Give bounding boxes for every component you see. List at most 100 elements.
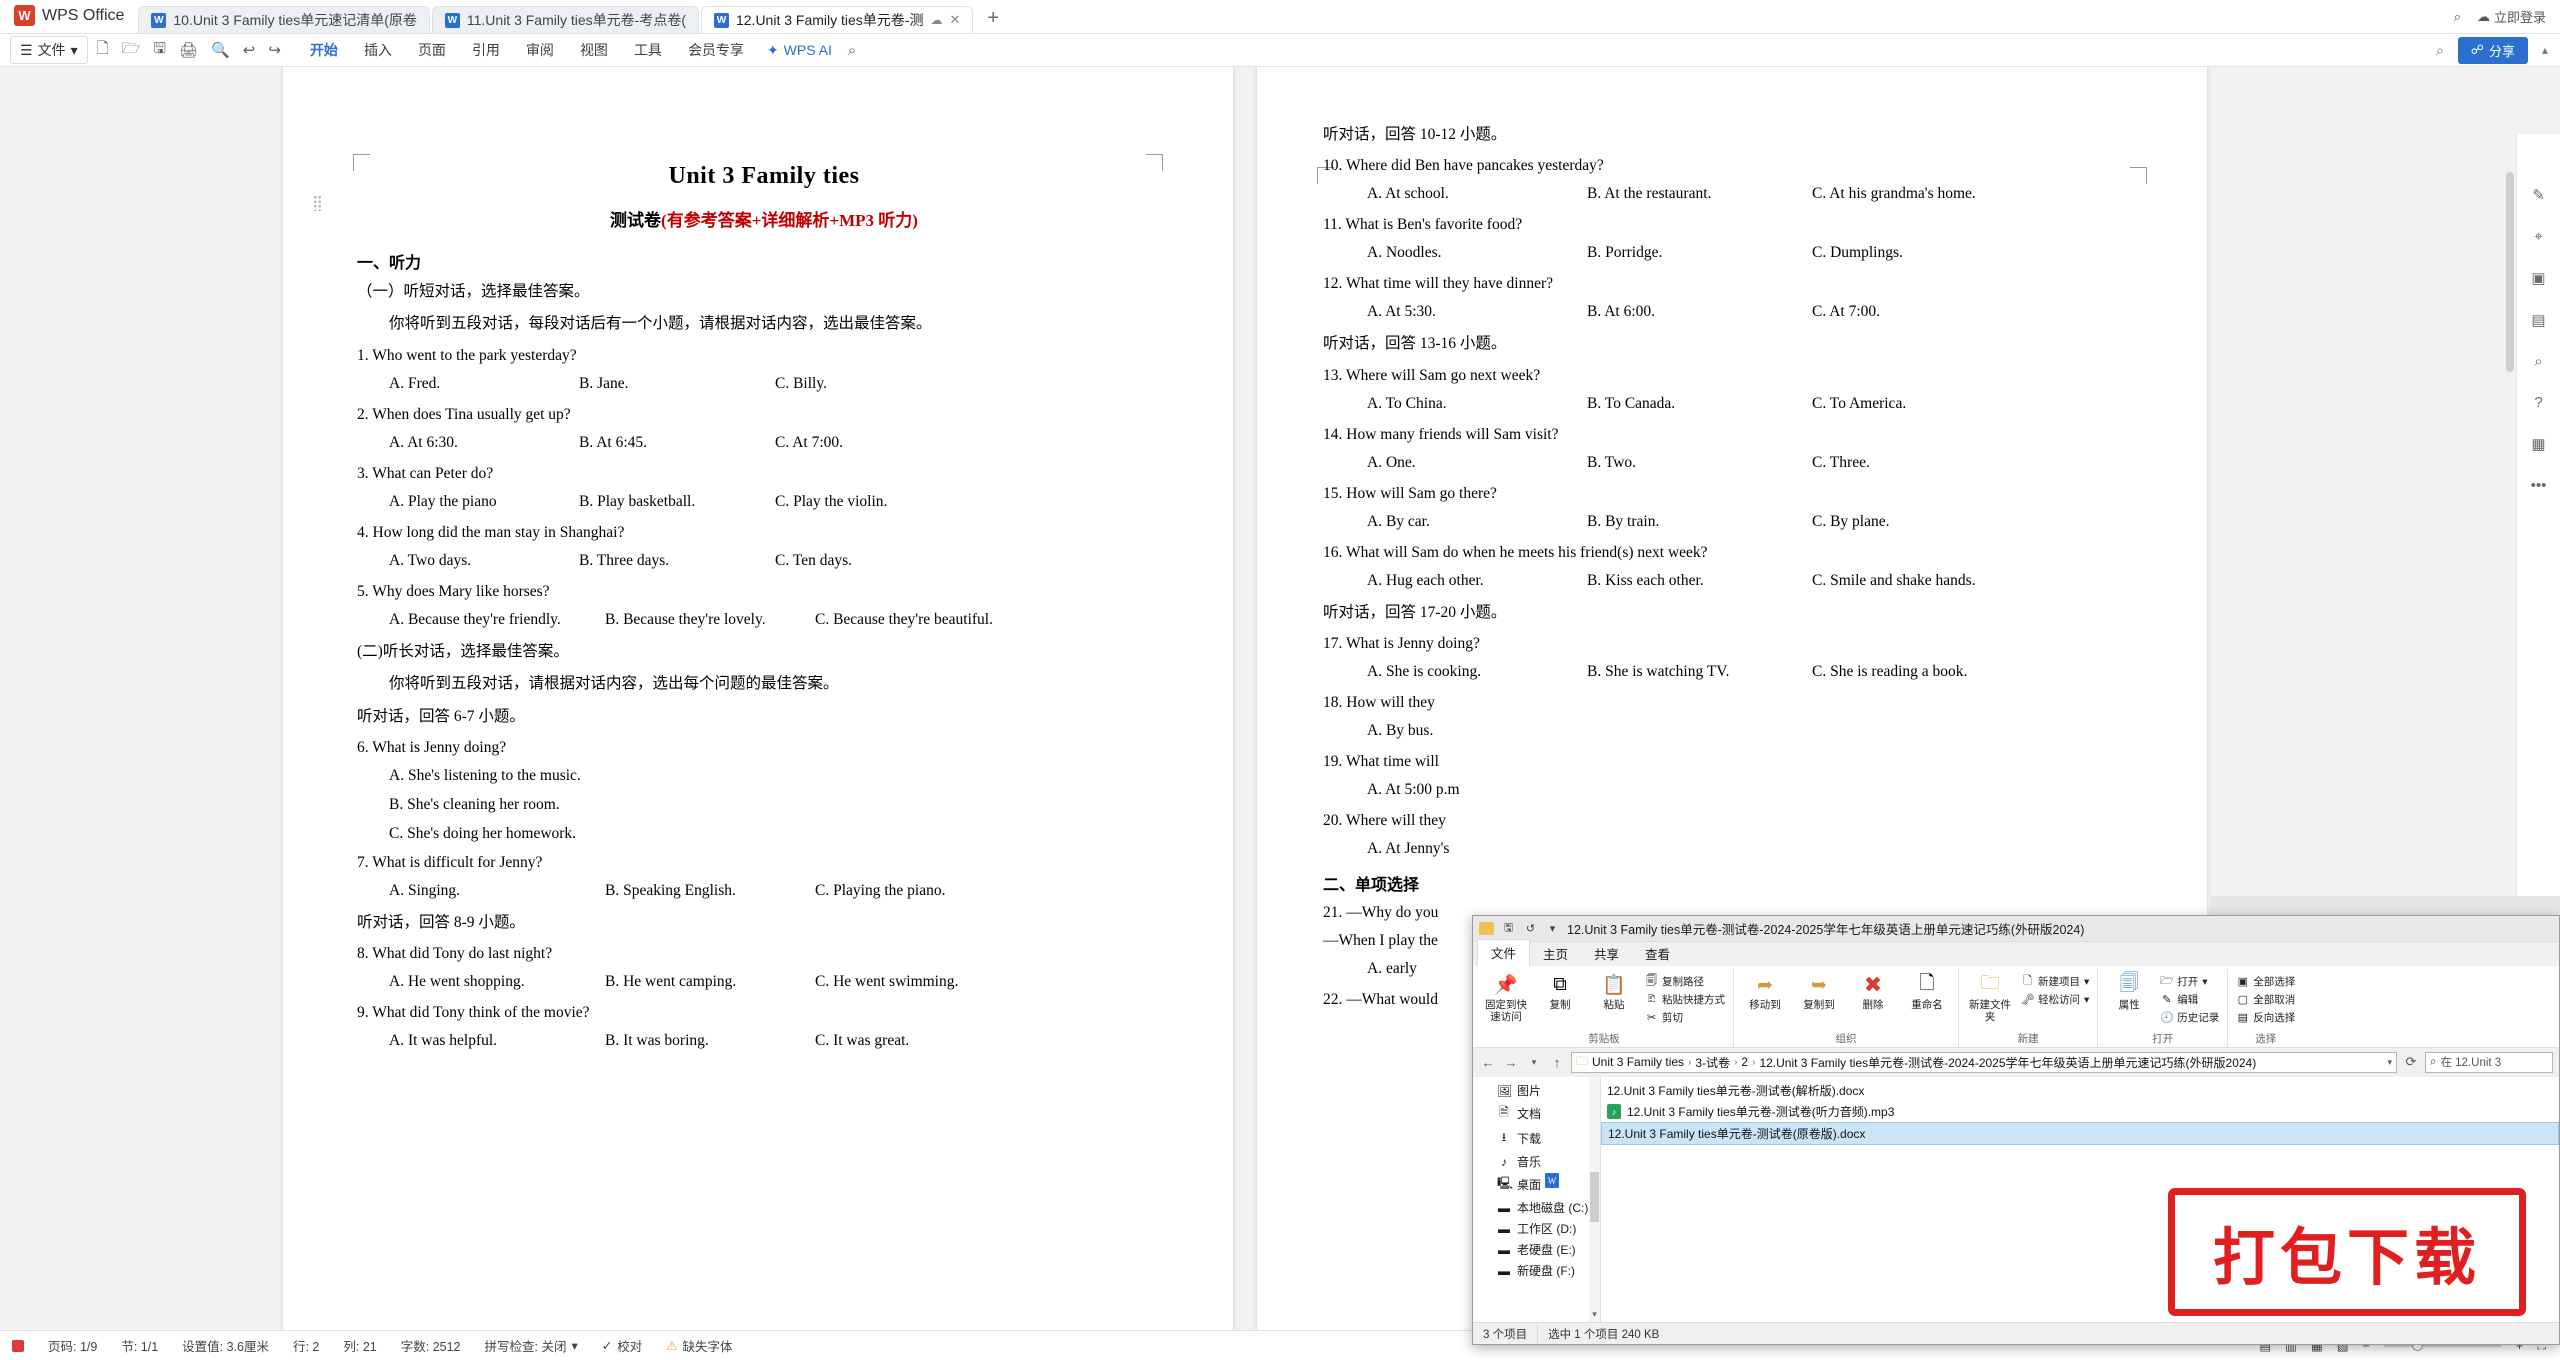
scrollbar-thumb[interactable] [2506,172,2514,372]
new-folder-button[interactable]: 🗀 新建文件夹 [1964,969,2016,1023]
ribbon-tab-review[interactable]: 审阅 [513,36,567,64]
comment-icon[interactable]: ▣ [2531,269,2545,287]
nav-item-documents[interactable]: 🗎 文档 [1473,1101,1600,1126]
ribbon-tab-view[interactable]: 视图 [567,36,621,64]
easy-access-button[interactable]: 🗝 轻松访问 ▾ [2018,991,2092,1008]
find-icon[interactable]: ⌕ [2534,353,2542,370]
breadcrumb-1[interactable]: Unit 3 Family ties [1592,1055,1684,1069]
nav-item-downloads[interactable]: ⭳ 下载 [1473,1126,1600,1151]
explorer-tab-home[interactable]: 主页 [1530,941,1581,966]
cut-button[interactable]: ✂ 剪切 [1642,1009,1728,1026]
status-section[interactable]: 节: 1/1 [109,1336,170,1355]
history-button[interactable]: 🕘 历史记录 [2157,1009,2222,1026]
nav-item-music[interactable]: ♪ 音乐 [1473,1151,1600,1172]
redo-icon[interactable]: ↪ [268,41,281,59]
save-icon[interactable]: 🖫 [1501,919,1516,938]
scrollbar-thumb[interactable] [1590,1172,1599,1222]
back-arrow-icon[interactable]: ← [1479,1055,1497,1070]
search-icon[interactable]: ⌕ [2454,9,2461,25]
delete-button[interactable]: ✖ 删除 [1847,969,1899,1011]
breadcrumb-2[interactable]: 3-试卷 [1695,1054,1730,1071]
ribbon-tab-tools[interactable]: 工具 [621,36,675,64]
file-row-1[interactable]: W 12.Unit 3 Family ties单元卷-测试卷(解析版).docx [1545,1080,2559,1188]
open-button[interactable]: 🗁 打开 ▾ [2157,973,2222,990]
status-position[interactable]: 设置值: 3.6厘米 [170,1336,281,1355]
file-menu-button[interactable]: ☰ 文件 ▾ [10,36,88,64]
print-preview-icon[interactable]: 🔍 [211,41,230,59]
status-word-count[interactable]: 字数: 2512 [389,1336,473,1355]
help-icon[interactable]: ⌕ [2436,42,2444,59]
chevron-down-icon[interactable]: ▾ [2387,1057,2392,1068]
explorer-tab-view[interactable]: 查看 [1632,941,1683,966]
nav-item-drive-d[interactable]: ▬ 工作区 (D:) [1473,1218,1600,1239]
nav-item-drive-e[interactable]: ▬ 老硬盘 (E:) [1473,1239,1600,1260]
document-tab-1[interactable]: W 10.Unit 3 Family ties单元速记清单(原卷 [138,6,430,33]
move-to-button[interactable]: ➦ 移动到 [1739,969,1791,1012]
nav-pane-scrollbar[interactable]: ▾ [1589,1077,1600,1322]
breadcrumb-3[interactable]: 2 [1741,1055,1748,1069]
close-icon[interactable]: ✕ [949,12,960,28]
copy-to-button[interactable]: ➥ 复制到 [1793,969,1845,1012]
select-none-button[interactable]: ▢ 全部取消 [2233,991,2298,1008]
help-icon[interactable]: ? [2534,394,2542,411]
ribbon-tab-start[interactable]: 开始 [297,36,351,71]
nav-item-drive-c[interactable]: ▬ 本地磁盘 (C:) [1473,1197,1600,1218]
explorer-search-box[interactable]: ⌕ 在 12.Unit 3 [2425,1051,2553,1073]
new-tab-button[interactable]: + [975,7,1011,33]
pin-to-quick-access-button[interactable]: 📌 固定到快速访问 [1480,969,1532,1023]
ribbon-tab-member[interactable]: 会员专享 [675,36,757,64]
explorer-tab-file[interactable]: 文件 [1477,939,1531,966]
status-row[interactable]: 行: 2 [281,1336,331,1355]
explorer-tab-share[interactable]: 共享 [1581,941,1632,966]
breadcrumb-4[interactable]: 12.Unit 3 Family ties单元卷-测试卷-2024-2025学年… [1759,1054,2256,1071]
recent-dropdown-icon[interactable]: ▾ [1525,1057,1543,1068]
open-icon[interactable]: 🗁 [122,38,141,63]
copy-button[interactable]: ⧉ 复制 [1534,969,1586,1011]
share-button[interactable]: ☍ 分享 [2457,36,2528,64]
document-tab-2[interactable]: W 11.Unit 3 Family ties单元卷-考点卷( [431,6,699,33]
pen-icon[interactable]: ✎ [2532,186,2545,204]
new-item-button[interactable]: 🗋 新建项目 ▾ [2018,973,2092,990]
print-icon[interactable]: 🖨 [179,41,198,59]
more-icon[interactable]: ••• [2531,477,2547,494]
copy-path-button[interactable]: 🗐 复制路径 [1642,973,1728,990]
status-page-label[interactable]: 页码: 1/9 [36,1336,109,1355]
undo-icon[interactable]: ↩ [243,41,256,59]
wps-ai-button[interactable]: ✦ WPS AI [757,38,842,63]
refresh-icon[interactable]: ⟳ [2402,1054,2420,1070]
file-row-2[interactable]: ♪ 12.Unit 3 Family ties单元卷-测试卷(听力音频).mp3 [1601,1101,2559,1122]
forward-arrow-icon[interactable]: → [1502,1055,1520,1070]
ribbon-tab-page[interactable]: 页面 [405,36,459,64]
nav-item-desktop[interactable]: 🖳 桌面 [1473,1172,1600,1197]
status-missing-font[interactable]: ⚠ 缺失字体 [654,1336,744,1355]
invert-selection-button[interactable]: ▤ 反向选择 [2233,1009,2298,1026]
explorer-nav-pane[interactable]: 🖼 图片 🗎 文档 ⭳ 下载 ♪ 音乐 🖳 桌面 ▬ 本地磁盘 (C:) ▬ 工作区 (D:)… [1473,1077,1601,1322]
search-icon[interactable]: ⌕ [848,42,856,59]
paste-shortcut-button[interactable]: 🗈 粘贴快捷方式 [1642,991,1728,1008]
undo-icon[interactable]: ↺ [1523,922,1538,935]
document-page-1[interactable]: Unit 3 Family ties 测试卷(有参考答案+详细解析+MP3 听力… [283,67,1233,1330]
paste-button[interactable]: 📋 粘贴 [1588,969,1640,1011]
status-col[interactable]: 列: 21 [331,1336,388,1355]
chevron-up-icon[interactable]: ▴ [2542,43,2548,57]
file-row-3[interactable]: W 12.Unit 3 Family ties单元卷-测试卷(原卷版).docx [1545,1122,2559,1188]
ribbon-tab-insert[interactable]: 插入 [351,36,405,64]
up-arrow-icon[interactable]: ↑ [1548,1055,1566,1070]
layers-icon[interactable]: ▤ [2531,311,2545,329]
chevron-down-icon[interactable]: ▾ [1590,1309,1599,1320]
image-icon[interactable]: ▦ [2531,435,2545,453]
nav-item-pictures[interactable]: 🖼 图片 [1473,1080,1600,1101]
cursor-icon[interactable]: ⌖ [2534,228,2542,245]
document-tab-3[interactable]: W 12.Unit 3 Family ties单元卷-测 ☁ ✕ [700,6,974,33]
nav-item-drive-f[interactable]: ▬ 新硬盘 (F:) [1473,1260,1600,1281]
properties-button[interactable]: 🗐 属性 [2103,969,2155,1011]
login-button[interactable]: ☁ 立即登录 [2477,7,2546,26]
status-page-indicator[interactable] [0,1339,36,1352]
address-bar[interactable]: 🗀 Unit 3 Family ties › 3-试卷 › 2 › 12.Uni… [1571,1051,2397,1073]
paragraph-drag-handle[interactable] [313,195,322,211]
status-proof[interactable]: ✓ 校对 [590,1336,655,1355]
dropdown-icon[interactable]: ▾ [1545,922,1560,935]
ribbon-tab-reference[interactable]: 引用 [459,36,513,64]
rename-button[interactable]: 🗋 重命名 [1901,969,1953,1011]
edit-button[interactable]: ✎ 编辑 [2157,991,2222,1008]
